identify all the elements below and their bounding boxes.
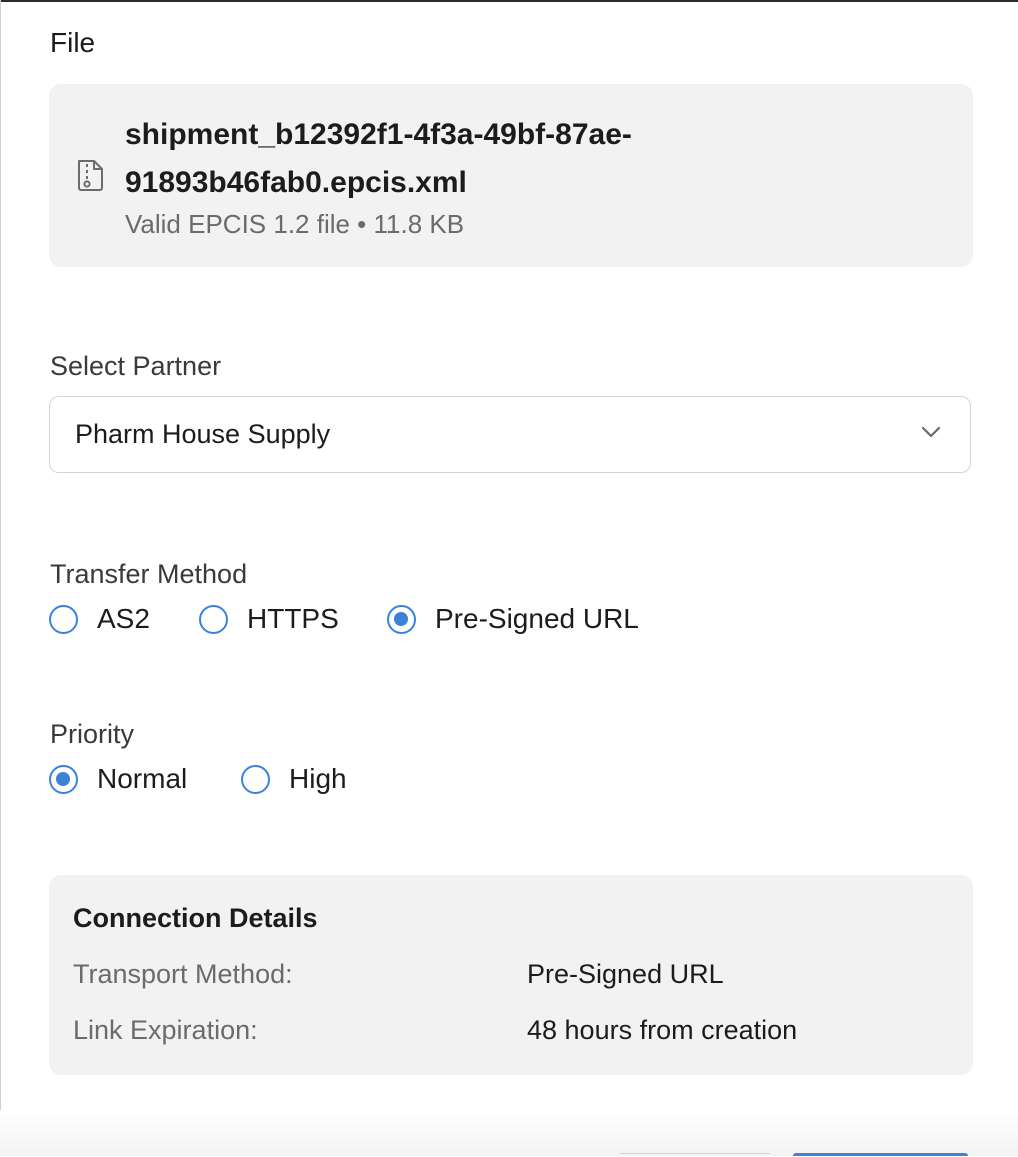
file-name: shipment_b12392f1-4f3a-49bf-87ae-91893b4… — [125, 118, 632, 199]
radio-https[interactable]: HTTPS — [199, 602, 394, 642]
file-archive-icon — [78, 160, 103, 191]
window-top-border — [0, 0, 1018, 2]
radio-button-checked[interactable] — [49, 765, 78, 794]
radio-high[interactable]: High — [241, 762, 366, 802]
cancel-button[interactable] — [620, 1153, 770, 1157]
connection-details-card: Connection Details Transport Method: Pre… — [49, 875, 973, 1075]
priority-label: Priority — [50, 719, 135, 749]
chevron-down-icon — [921, 426, 941, 438]
file-card: shipment_b12392f1-4f3a-49bf-87ae-91893b4… — [49, 84, 973, 267]
transport-method-value: Pre-Signed URL — [527, 959, 724, 989]
radio-button[interactable] — [241, 765, 270, 794]
transport-method-key: Transport Method: — [73, 959, 293, 989]
radio-label: High — [289, 763, 347, 794]
radio-label: AS2 — [97, 603, 150, 634]
radio-label: Pre-Signed URL — [435, 603, 639, 634]
priority-radio-group: Normal High — [49, 762, 369, 802]
radio-button-checked[interactable] — [387, 605, 416, 634]
modal-footer — [0, 1110, 1018, 1156]
transfer-method-label: Transfer Method — [50, 559, 248, 589]
radio-label: HTTPS — [247, 603, 339, 634]
partner-select-value: Pharm House Supply — [75, 419, 331, 449]
select-partner-label: Select Partner — [50, 351, 222, 381]
connection-details-title: Connection Details — [73, 903, 318, 933]
link-expiration-value: 48 hours from creation — [527, 1015, 798, 1045]
radio-normal[interactable]: Normal — [49, 762, 209, 802]
window-left-border — [0, 0, 1, 1156]
file-meta: Valid EPCIS 1.2 file • 11.8 KB — [125, 209, 465, 239]
transfer-method-radio-group: AS2 HTTPS Pre-Signed URL — [49, 602, 669, 642]
radio-button[interactable] — [49, 605, 78, 634]
radio-button[interactable] — [199, 605, 228, 634]
link-expiration-key: Link Expiration: — [73, 1015, 258, 1045]
radio-pre-signed-url[interactable]: Pre-Signed URL — [387, 602, 657, 642]
radio-as2[interactable]: AS2 — [49, 602, 159, 642]
partner-select[interactable]: Pharm House Supply — [49, 396, 971, 473]
radio-label: Normal — [97, 763, 188, 794]
file-section-heading: File — [50, 27, 96, 58]
